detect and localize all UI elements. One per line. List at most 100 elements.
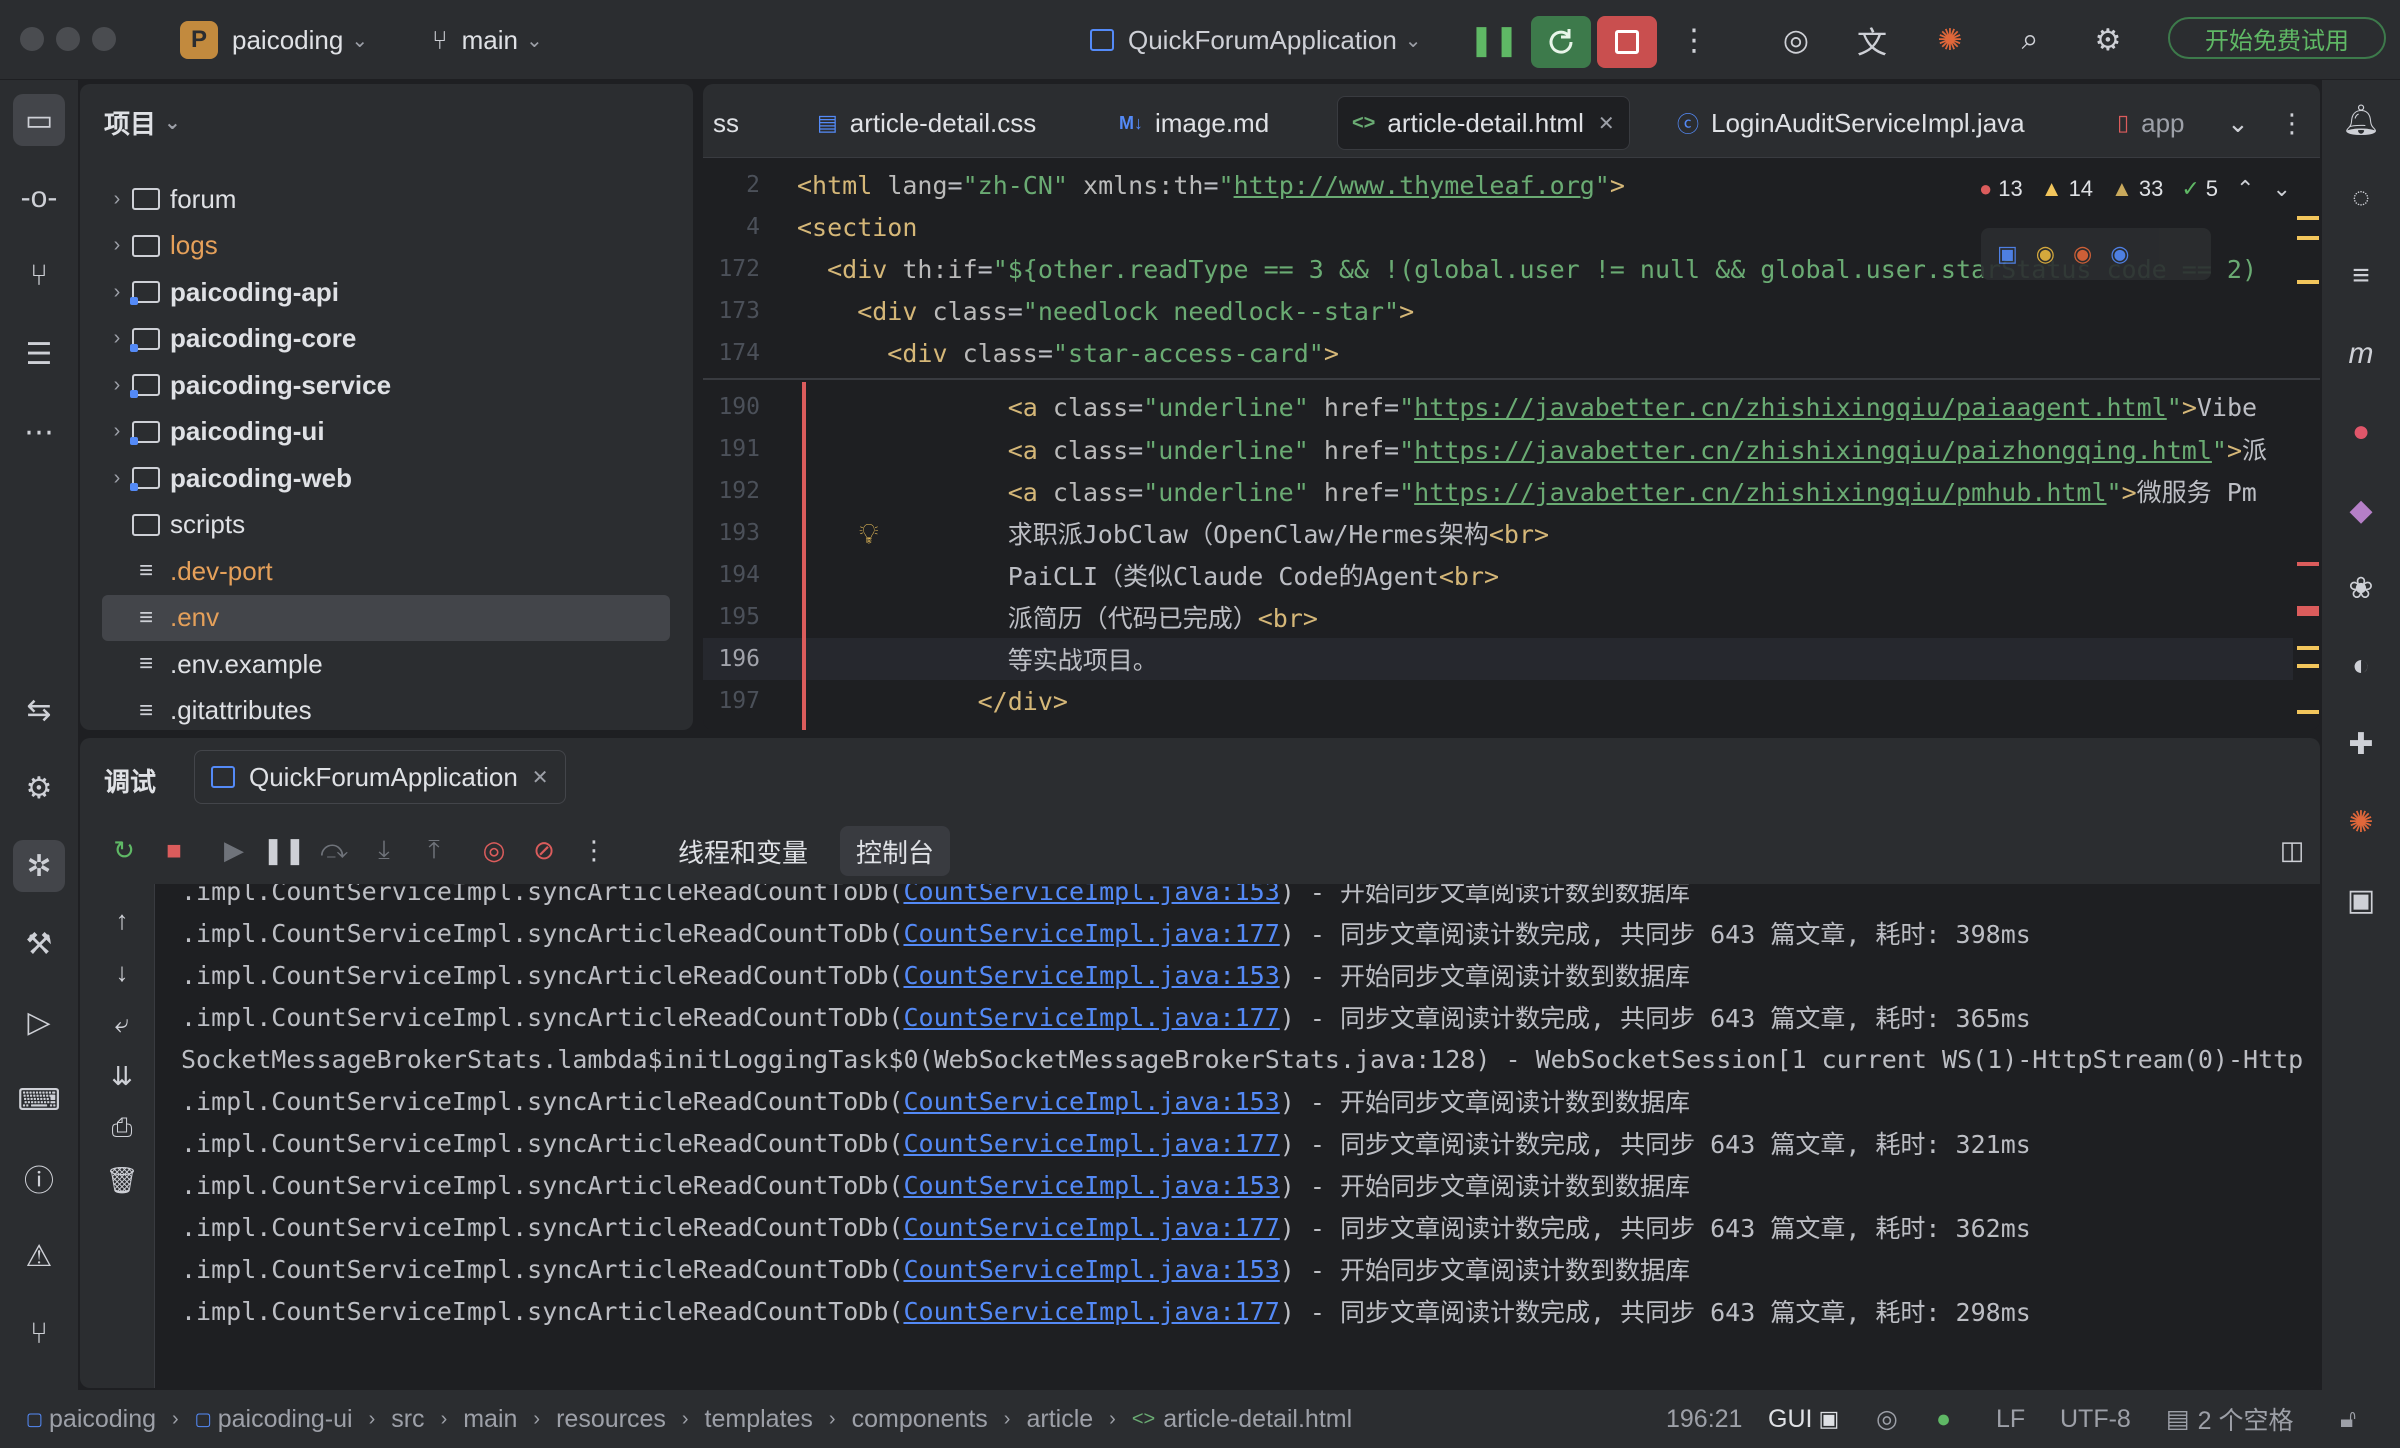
console-output[interactable]: .impl.CountServiceImpl.syncArticleReadCo… xyxy=(154,884,2320,1388)
structure-icon[interactable]: ☰ xyxy=(13,328,65,380)
breadcrumb-item[interactable]: templates xyxy=(705,1405,813,1434)
plugin-cube-icon[interactable]: ◆ xyxy=(2335,484,2387,536)
editor-tab[interactable]: ss xyxy=(703,96,753,150)
tree-item[interactable]: ≡ .gitattributes xyxy=(102,688,670,731)
tree-item[interactable]: › paicoding-web xyxy=(102,455,670,501)
debug-session-tab[interactable]: QuickForumApplication ✕ xyxy=(194,750,566,804)
ai-status-icon[interactable]: ◎ xyxy=(1876,1390,1898,1448)
editor-tab[interactable]: ▯ app xyxy=(2103,96,2199,150)
editor-tab-active[interactable]: <> article-detail.html ✕ xyxy=(1337,96,1630,150)
more-tools-icon[interactable]: ⋯ xyxy=(13,406,65,458)
ai-chat-icon[interactable]: ◌ xyxy=(2335,172,2387,224)
breadcrumb-item[interactable]: article xyxy=(1026,1405,1093,1434)
layout-settings-icon[interactable]: ◫ xyxy=(2272,830,2312,870)
breadcrumb-item[interactable]: <> article-detail.html xyxy=(1132,1405,1352,1434)
view-breakpoints-icon[interactable]: ◎ xyxy=(474,830,514,870)
rerun-debug-button[interactable] xyxy=(1531,16,1591,68)
close-icon[interactable]: ✕ xyxy=(1598,111,1615,136)
services-icon[interactable]: ⇆ xyxy=(13,684,65,736)
resume-icon[interactable]: ▶ xyxy=(214,830,254,870)
plugin-sparkle-icon[interactable]: ✺ xyxy=(2335,796,2387,848)
indent-setting[interactable]: ▤ 2 个空格 xyxy=(2166,1390,2293,1448)
chevron-right-icon[interactable]: › xyxy=(102,281,132,304)
breadcrumb-item[interactable]: ▢ paicoding xyxy=(26,1405,156,1434)
editor-tab[interactable]: M↓ image.md xyxy=(1105,96,1283,150)
plugin-status-icon[interactable]: ● xyxy=(1936,1390,1951,1448)
tab-list-dropdown[interactable]: ⌄ xyxy=(2213,96,2263,150)
breadcrumb-item[interactable]: resources xyxy=(556,1405,666,1434)
git-icon[interactable]: ⑂ xyxy=(13,1308,65,1360)
line-separator[interactable]: LF xyxy=(1996,1390,2025,1448)
tab-console[interactable]: 控制台 xyxy=(840,826,951,876)
console-source-link[interactable]: CountServiceImpl.java:153 xyxy=(903,1087,1279,1116)
editor-tab[interactable]: ▤ article-detail.css xyxy=(803,96,1050,150)
tree-item[interactable]: ≡ .dev-port xyxy=(102,548,670,594)
chrome-icon[interactable]: ◉ xyxy=(2036,241,2055,267)
tree-item[interactable]: › paicoding-core xyxy=(102,316,670,362)
close-icon[interactable]: ✕ xyxy=(532,765,549,790)
start-free-trial-button[interactable]: 开始免费试用 xyxy=(2168,17,2386,59)
stop-button[interactable] xyxy=(1597,16,1657,68)
warning-triangle-icon[interactable]: ⚠ xyxy=(13,1230,65,1282)
clear-console-trash-icon[interactable]: 🗑︎ xyxy=(102,1160,142,1200)
step-over-icon[interactable]: ⤼ xyxy=(314,830,354,870)
chevron-right-icon[interactable]: › xyxy=(102,327,132,350)
scroll-to-end-icon[interactable]: ⇊ xyxy=(102,1056,142,1096)
plugin-puzzle-icon[interactable]: ✚ xyxy=(2335,718,2387,770)
terminal-icon[interactable]: ⌨ xyxy=(13,1074,65,1126)
tree-item[interactable]: › paicoding-api xyxy=(102,269,670,315)
window-zoom-button[interactable] xyxy=(92,27,116,51)
more-actions-icon[interactable]: ⋮ xyxy=(1670,16,1718,64)
project-folder-icon[interactable]: ▭ xyxy=(13,94,65,146)
pause-icon[interactable]: ❚❚ xyxy=(262,830,306,870)
console-source-link[interactable]: CountServiceImpl.java:177 xyxy=(903,1213,1279,1242)
tree-item[interactable]: ≡ .env.example xyxy=(102,641,670,687)
chevron-right-icon[interactable]: › xyxy=(102,234,132,257)
tree-item[interactable]: › paicoding-service xyxy=(102,362,670,408)
run-icon[interactable]: ▷ xyxy=(13,996,65,1048)
breadcrumb-item[interactable]: ▢ paicoding-ui xyxy=(195,1405,353,1434)
editor-tab[interactable]: ⓒ LoginAuditServiceImpl.java xyxy=(1663,96,2039,150)
plugin-red-icon[interactable]: ● xyxy=(2335,406,2387,458)
window-minimize-button[interactable] xyxy=(56,27,80,51)
plugin-sparkle-icon[interactable]: ✺ xyxy=(1926,16,1974,64)
mute-breakpoints-icon[interactable]: ⊘ xyxy=(524,830,564,870)
maven-icon[interactable]: m xyxy=(2335,328,2387,380)
pause-icon[interactable]: ❚❚ xyxy=(1469,16,1519,64)
problems-icon[interactable]: ⓘ xyxy=(13,1152,65,1204)
print-icon[interactable]: ⎙ xyxy=(102,1108,142,1148)
breadcrumb-item[interactable]: src xyxy=(391,1405,424,1434)
debug-bug-icon[interactable]: ✲ xyxy=(13,840,65,892)
scroll-down-icon[interactable]: ↓ xyxy=(102,952,142,992)
inspection-widget[interactable]: ● 13 ▲ 14 ▲ 33 ✓ 5 ⌃ ⌄ xyxy=(1979,176,2291,202)
file-encoding[interactable]: UTF-8 xyxy=(2060,1390,2131,1448)
breadcrumb-item[interactable]: main xyxy=(463,1405,517,1434)
services-gear-icon[interactable]: ⚙ xyxy=(13,762,65,814)
ai-assistant-icon[interactable]: ◎ xyxy=(1772,16,1820,64)
commit-icon[interactable]: -o- xyxy=(13,172,65,224)
console-source-link[interactable]: CountServiceImpl.java:153 xyxy=(903,884,1279,906)
intention-bulb-icon[interactable]: 💡︎ xyxy=(859,518,879,551)
console-source-link[interactable]: CountServiceImpl.java:177 xyxy=(903,1129,1279,1158)
run-config-selector[interactable]: QuickForumApplication ⌄ xyxy=(1090,0,1422,80)
project-panel-title[interactable]: 项目 ⌄ xyxy=(104,104,181,141)
tree-item[interactable]: scripts xyxy=(102,502,670,548)
project-switcher[interactable]: P paicoding ⌄ xyxy=(180,0,368,80)
tab-threads-variables[interactable]: 线程和变量 xyxy=(662,826,824,876)
safari-icon[interactable]: ◉ xyxy=(2110,241,2129,267)
stop-icon[interactable]: ■ xyxy=(154,830,194,870)
settings-gear-icon[interactable]: ⚙ xyxy=(2084,16,2132,64)
console-source-link[interactable]: CountServiceImpl.java:153 xyxy=(903,1171,1279,1200)
rerun-icon[interactable]: ↻ xyxy=(104,830,144,870)
intellij-browser-icon[interactable]: ▣ xyxy=(1997,241,2018,267)
notifications-bell-icon[interactable]: 🔔︎ xyxy=(2335,94,2387,146)
build-hammer-icon[interactable]: ⚒ xyxy=(13,918,65,970)
window-close-button[interactable] xyxy=(20,27,44,51)
search-icon[interactable]: ⌕ xyxy=(2006,16,2054,64)
lock-icon[interactable]: 🔓︎ xyxy=(2340,1390,2356,1448)
soft-wrap-icon[interactable]: ⤶ xyxy=(102,1004,142,1044)
copilot-icon[interactable]: ❀ xyxy=(2335,562,2387,614)
tab-more-icon[interactable]: ⋮ xyxy=(2265,96,2319,150)
chevron-up-icon[interactable]: ⌃ xyxy=(2236,176,2254,202)
console-source-link[interactable]: CountServiceImpl.java:177 xyxy=(903,919,1279,948)
